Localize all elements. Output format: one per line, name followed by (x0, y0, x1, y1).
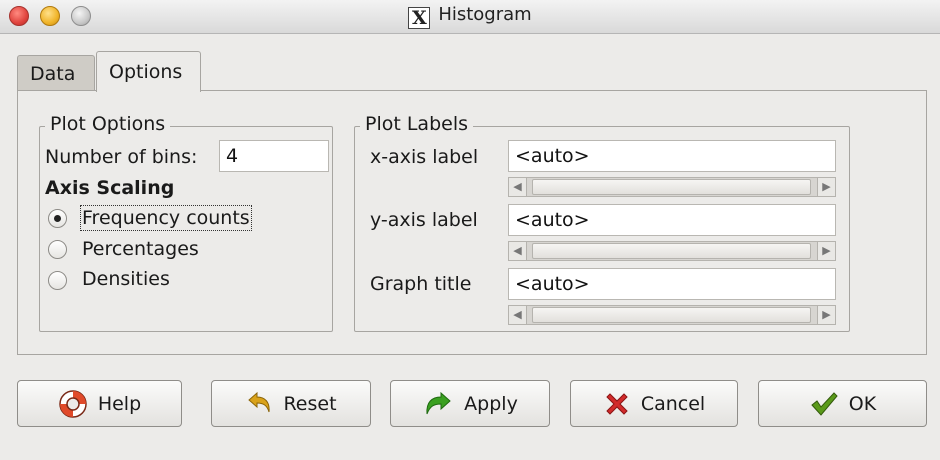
help-button[interactable]: Help (17, 380, 182, 427)
reset-button-label: Reset (283, 392, 337, 415)
undo-arrow-icon (248, 391, 271, 412)
frequency-counts-label[interactable]: Frequency counts (80, 205, 252, 231)
y-axis-label-scrollbar[interactable]: ◀ ▶ (508, 241, 836, 261)
red-x-icon (606, 392, 628, 415)
apply-button-label: Apply (464, 392, 518, 415)
frequency-counts-radio[interactable] (48, 209, 67, 228)
tab-options[interactable]: Options (96, 51, 201, 92)
axis-scaling-heading: Axis Scaling (45, 177, 175, 199)
graph-title-scrollbar[interactable]: ◀ ▶ (508, 305, 836, 325)
percentages-label[interactable]: Percentages (82, 238, 199, 260)
scroll-left-arrow-icon[interactable]: ◀ (509, 178, 527, 196)
x-axis-label-scrollbar[interactable]: ◀ ▶ (508, 177, 836, 197)
scroll-right-arrow-icon[interactable]: ▶ (817, 242, 835, 260)
plot-options-title: Plot Options (45, 113, 171, 135)
number-of-bins-input[interactable] (219, 140, 329, 172)
reset-button[interactable]: Reset (211, 380, 371, 427)
tab-data[interactable]: Data (17, 55, 95, 91)
apply-button[interactable]: Apply (390, 380, 550, 427)
scroll-left-arrow-icon[interactable]: ◀ (509, 306, 527, 324)
plot-labels-title: Plot Labels (360, 113, 474, 135)
percentages-radio[interactable] (48, 240, 67, 259)
window-title-area: X Histogram (0, 4, 940, 29)
y-axis-label-label: y-axis label (370, 209, 478, 231)
graph-title-input[interactable] (508, 268, 836, 300)
redo-arrow-icon (426, 391, 451, 414)
graph-title-label: Graph title (370, 273, 472, 295)
x-window-icon: X (408, 7, 431, 29)
scrollbar-thumb[interactable] (532, 307, 811, 323)
cancel-button[interactable]: Cancel (570, 380, 738, 427)
checkmark-icon (811, 391, 838, 416)
life-ring-icon (59, 389, 87, 418)
scrollbar-thumb[interactable] (532, 179, 811, 195)
title-bar: X Histogram (0, 0, 940, 34)
number-of-bins-label: Number of bins: (45, 146, 198, 168)
scroll-right-arrow-icon[interactable]: ▶ (817, 178, 835, 196)
x-axis-label-input[interactable] (508, 140, 836, 172)
scrollbar-thumb[interactable] (532, 243, 811, 259)
tab-data-label: Data (30, 63, 76, 85)
x-axis-label-label: x-axis label (370, 146, 479, 168)
scroll-left-arrow-icon[interactable]: ◀ (509, 242, 527, 260)
ok-button[interactable]: OK (758, 380, 927, 427)
window-title: Histogram (438, 4, 532, 25)
y-axis-label-input[interactable] (508, 204, 836, 236)
help-button-label: Help (97, 392, 142, 415)
densities-label[interactable]: Densities (82, 268, 170, 290)
tab-options-label: Options (109, 61, 183, 83)
ok-button-label: OK (848, 392, 877, 415)
densities-radio[interactable] (48, 271, 67, 290)
cancel-button-label: Cancel (640, 392, 706, 415)
scroll-right-arrow-icon[interactable]: ▶ (817, 306, 835, 324)
